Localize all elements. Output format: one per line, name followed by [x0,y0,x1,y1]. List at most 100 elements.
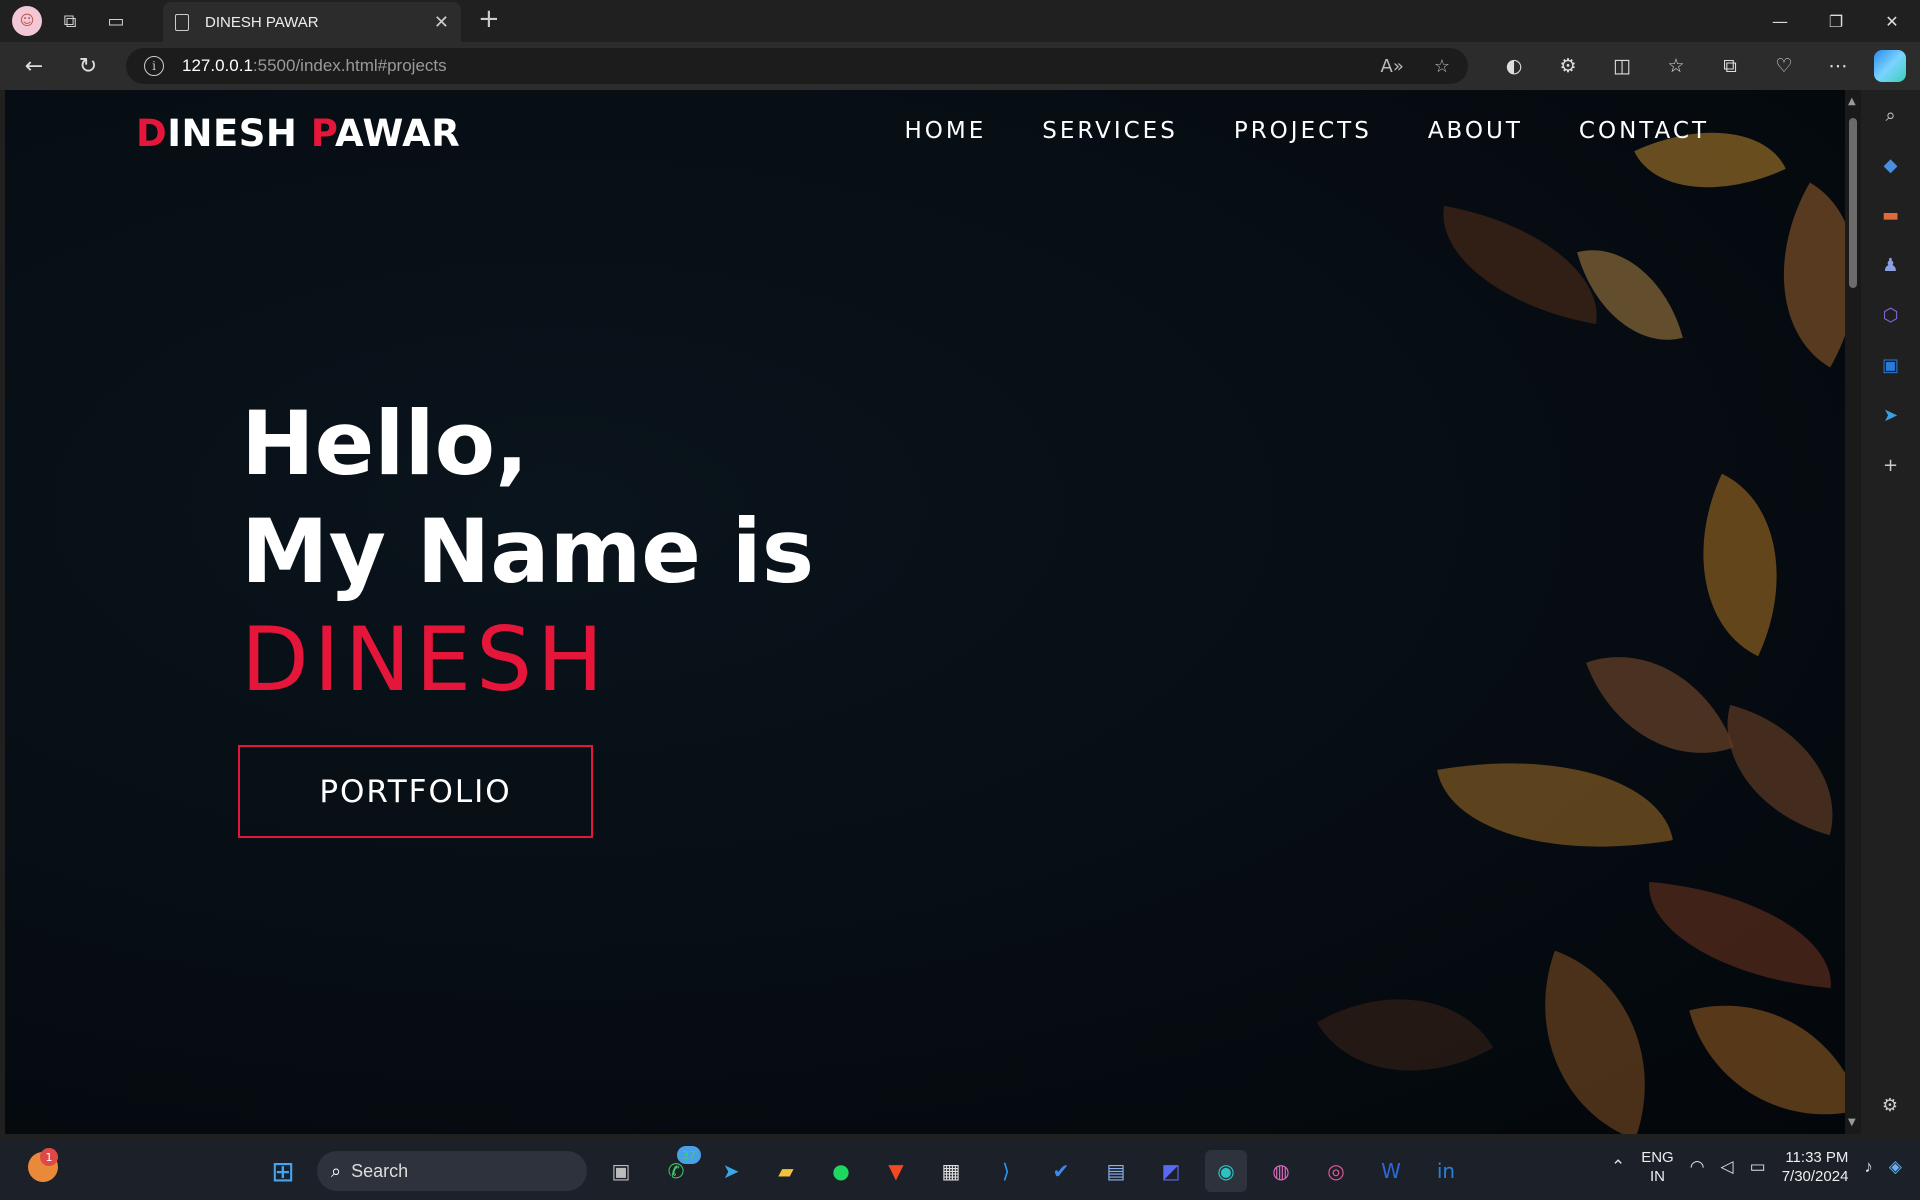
outlook-icon[interactable]: ▣ [1878,352,1904,378]
notification-bell-icon[interactable]: ♪ [1864,1157,1873,1177]
clock-time: 11:33 PM [1785,1149,1849,1166]
windows-taskbar: 1 ⊞ ⌕ Search ▣ ✆ 37 ➤ ▰ ● ▼ ▦ ⟩ ✔ ▤ ◩ ◉ ◍ … [0,1140,1920,1200]
show-hidden-icons-icon[interactable]: ⌃ [1611,1157,1625,1177]
split-screen-icon[interactable]: ◫ [1604,48,1640,84]
refresh-icon[interactable]: ↻ [68,46,108,86]
window-controls: — ❐ ✕ [1752,0,1920,42]
menu-services[interactable]: SERVICES [1042,118,1178,144]
clock[interactable]: 11:33 PM 7/30/2024 [1782,1148,1849,1186]
hero-greeting: Hello, [241,392,529,495]
close-window-icon[interactable]: ✕ [1864,0,1920,42]
menu-about[interactable]: ABOUT [1428,118,1523,144]
logo-text-first: INESH [167,112,311,155]
hero-intro: My Name is [241,500,815,603]
system-tray: ⌃ ENG IN ◠ ◁ ▭ 11:33 PM 7/30/2024 ♪ ◈ [1611,1148,1902,1186]
site-menu: HOME SERVICES PROJECTS ABOUT CONTACT [904,118,1709,144]
spotify-icon[interactable]: ● [820,1150,862,1192]
site-info-icon[interactable]: i [144,56,164,76]
whatsapp-icon[interactable]: ✆ 37 [655,1146,701,1192]
copilot-sidebar-icon[interactable]: ⬡ [1878,302,1904,328]
minimize-icon[interactable]: — [1752,0,1808,42]
url-host: 127.0.0.1 [182,56,253,75]
logo-initial-d: D [136,112,168,155]
portfolio-button[interactable]: PORTFOLIO [238,745,593,838]
site-header: DINESH PAWAR HOME SERVICES PROJECTS ABOU… [5,90,1845,176]
workspaces-icon[interactable]: ⧉ [52,3,88,39]
page-icon [175,13,189,31]
weather-badge: 1 [40,1148,58,1166]
shopping-tag-icon[interactable]: ◆ [1878,152,1904,178]
address-bar[interactable]: i 127.0.0.1:5500/index.html#projects A» … [126,48,1468,84]
search-icon[interactable]: ⌕ [1878,102,1904,128]
tab-strip: ☺ ⧉ ▭ DINESH PAWAR ✕ + — ❐ ✕ [0,0,1920,42]
leaves-background [1225,90,1845,1134]
menu-contact[interactable]: CONTACT [1579,118,1709,144]
hero-name: DINESH [241,608,609,711]
read-aloud-icon[interactable]: A» [1381,56,1404,77]
tools-briefcase-icon[interactable]: ▬ [1878,202,1904,228]
microsoft-store-icon[interactable]: ▦ [930,1150,972,1192]
more-icon[interactable]: ⋯ [1820,48,1856,84]
site-logo[interactable]: DINESH PAWAR [136,112,460,155]
favorite-star-icon[interactable]: ☆ [1434,56,1450,77]
edge-sidebar: ⌕ ◆ ▬ ♟ ⬡ ▣ ➤ + ⚙ [1861,90,1920,1134]
task-view-icon[interactable]: ▣ [600,1150,642,1192]
lang-region: IN [1649,1168,1665,1185]
word-icon[interactable]: W [1370,1150,1412,1192]
app2-icon[interactable]: ◍ [1260,1150,1302,1192]
hero-heading: Hello, My Name is DINESH [241,390,814,714]
games-icon[interactable]: ♟ [1878,252,1904,278]
scroll-thumb[interactable] [1849,118,1857,288]
restore-icon[interactable]: ❐ [1808,0,1864,42]
close-tab-icon[interactable]: ✕ [434,12,449,33]
battery-icon[interactable]: ▭ [1750,1157,1766,1177]
collections-icon[interactable]: ⧉ [1712,48,1748,84]
browser-toolbar: ← ↻ i 127.0.0.1:5500/index.html#projects… [0,42,1920,90]
wifi-icon[interactable]: ◠ [1690,1157,1705,1177]
camera-icon[interactable]: ◎ [1315,1150,1357,1192]
clock-date: 7/30/2024 [1781,1168,1849,1185]
language-indicator[interactable]: ENG IN [1641,1148,1674,1186]
tab-active[interactable]: DINESH PAWAR ✕ [163,2,461,42]
devhome-icon[interactable]: ▤ [1095,1150,1137,1192]
app-icon[interactable]: ◩ [1150,1150,1192,1192]
page-scrollbar[interactable]: ▲ ▼ [1845,90,1861,1134]
copilot-taskbar-icon[interactable]: ◈ [1889,1157,1902,1177]
taskbar-search[interactable]: ⌕ Search [317,1151,587,1191]
taskbar-apps: ⊞ ⌕ Search ▣ ✆ 37 ➤ ▰ ● ▼ ▦ ⟩ ✔ ▤ ◩ ◉ ◍ ◎ … [262,1146,1467,1192]
tab-title: DINESH PAWAR [205,13,319,31]
file-explorer-icon[interactable]: ▰ [765,1150,807,1192]
menu-projects[interactable]: PROJECTS [1234,118,1372,144]
menu-home[interactable]: HOME [904,118,986,144]
logo-initial-p: P [310,112,335,155]
scroll-down-icon[interactable]: ▼ [1848,1117,1856,1128]
logo-text-last: AWAR [334,112,461,155]
profile-avatar[interactable]: ☺ [12,6,42,36]
copilot-icon[interactable] [1874,50,1906,82]
telegram-icon[interactable]: ➤ [710,1150,752,1192]
brave-icon[interactable]: ▼ [875,1150,917,1192]
search-label: Search [351,1160,409,1181]
back-icon[interactable]: ← [14,46,54,86]
vertical-tabs-icon[interactable]: ▭ [98,3,134,39]
volume-icon[interactable]: ◁ [1721,1157,1734,1177]
lang-code: ENG [1641,1149,1674,1166]
linkedin-icon[interactable]: in [1425,1150,1467,1192]
send-icon[interactable]: ➤ [1878,402,1904,428]
performance-icon[interactable]: ♡ [1766,48,1802,84]
vscode-icon[interactable]: ⟩ [985,1150,1027,1192]
url-path: :5500/index.html#projects [252,56,447,75]
browser-essentials-icon[interactable]: ◐ [1496,48,1532,84]
start-icon[interactable]: ⊞ [262,1150,304,1192]
browser-tools: ◐ ⚙ ◫ ☆ ⧉ ♡ ⋯ [1496,48,1906,84]
add-sidebar-icon[interactable]: + [1878,452,1904,478]
whatsapp-badge: 37 [677,1146,701,1164]
sidebar-settings-icon[interactable]: ⚙ [1877,1092,1903,1118]
page-viewport: DINESH PAWAR HOME SERVICES PROJECTS ABOU… [5,90,1845,1134]
todo-icon[interactable]: ✔ [1040,1150,1082,1192]
favorites-icon[interactable]: ☆ [1658,48,1694,84]
new-tab-icon[interactable]: + [478,4,500,34]
extensions-icon[interactable]: ⚙ [1550,48,1586,84]
edge-icon[interactable]: ◉ [1205,1150,1247,1192]
scroll-up-icon[interactable]: ▲ [1848,96,1856,107]
